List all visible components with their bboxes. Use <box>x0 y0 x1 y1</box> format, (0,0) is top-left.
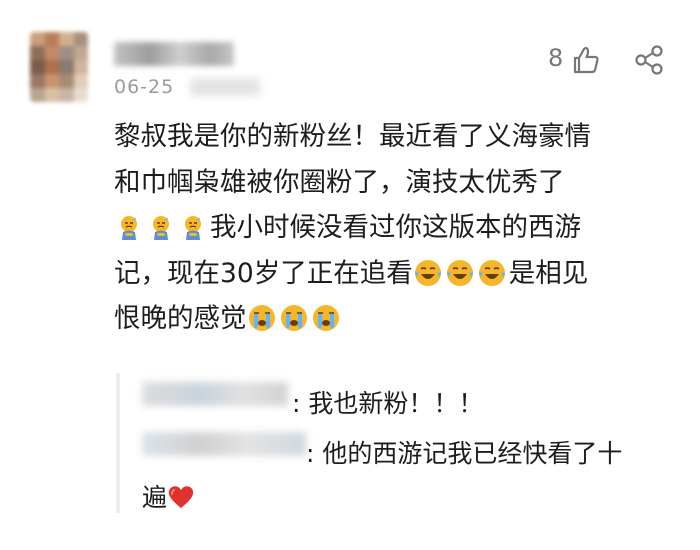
avatar[interactable] <box>30 32 88 102</box>
comment-body: 黎叔我是你的新粉丝！最近看了义海豪情 和巾帼枭雄被你圈粉了，演技太优秀了 我小时… <box>114 114 674 342</box>
crying-emoji-icon <box>312 305 339 331</box>
comment-line-text: 恨晚的感觉 <box>114 303 247 334</box>
share-icon[interactable] <box>633 44 667 76</box>
sweat-emoji-icon <box>185 216 201 240</box>
reply-text: : 他的西游记我已经快看了十 <box>306 439 623 468</box>
comment-line: 和巾帼枭雄被你圈粉了，演技太优秀了 <box>114 166 565 198</box>
comment-line-text: 记，现在30岁了正在追看 <box>114 257 413 289</box>
comment-line: 恨晚的感觉 <box>114 296 674 342</box>
comment-line: 黎叔我是你的新粉丝！最近看了义海豪情 <box>114 121 591 152</box>
reply-text-continued: 遍 <box>142 478 195 514</box>
reply-text: : 我也新粉！！！ <box>292 389 484 418</box>
sweat-emoji-icon <box>153 216 169 240</box>
comment-line: 我小时候没看过你这版本的西游 <box>114 205 674 251</box>
location-blurred <box>190 78 260 96</box>
like-count: 8 <box>548 44 564 72</box>
red-heart-icon <box>168 486 194 508</box>
comment-line-text: 我小时候没看过你这版本的西游 <box>210 212 581 243</box>
thumbs-up-icon[interactable] <box>570 44 602 76</box>
laugh-cry-emoji-icon <box>446 259 473 286</box>
crying-emoji-icon <box>248 305 275 331</box>
laugh-cry-emoji-icon <box>478 259 505 286</box>
sweat-emoji-icon <box>121 216 137 240</box>
reply-thread-divider <box>116 373 120 513</box>
reply-username-blurred[interactable] <box>142 432 306 456</box>
reply-continuation: 遍 <box>142 483 168 512</box>
reply-username-blurred[interactable] <box>142 382 288 406</box>
username-blurred[interactable] <box>114 42 234 66</box>
laugh-cry-emoji-icon <box>414 259 441 286</box>
comment-date: 06-25 <box>114 76 175 98</box>
crying-emoji-icon <box>280 305 307 331</box>
comment-line: 记，现在30岁了正在追看 是相见 <box>114 251 674 297</box>
comment-line-text: 是相见 <box>508 257 589 289</box>
